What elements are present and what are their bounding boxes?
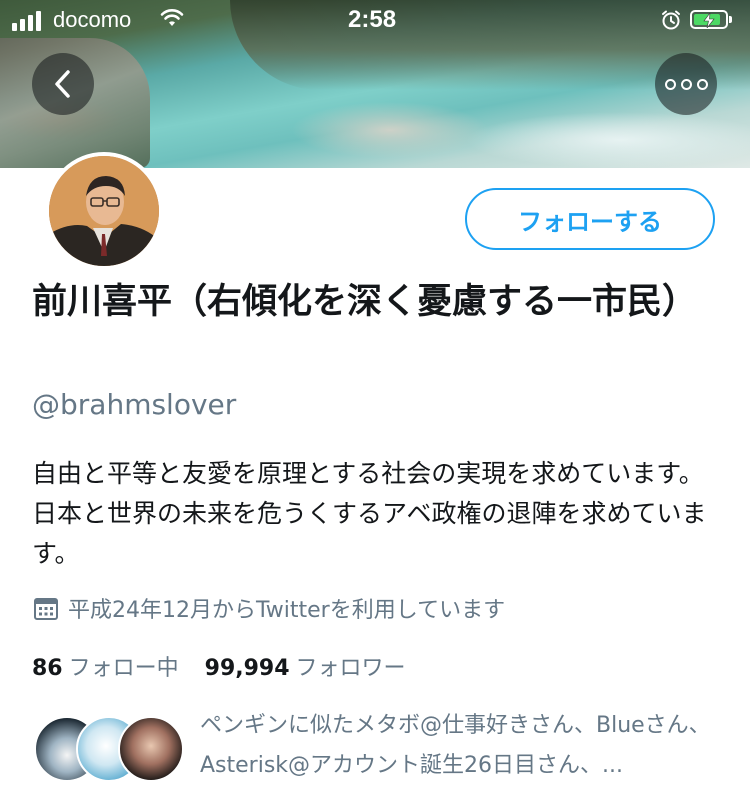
alarm-icon <box>660 9 682 36</box>
followed-by-avatars[interactable] <box>34 716 184 782</box>
following-stat[interactable]: 86 フォロー中 <box>32 650 179 682</box>
profile-page: docomo 2:58 フォローする 前川喜平（右傾化を深く憂慮する一市民） @… <box>0 0 750 798</box>
following-label: フォロー中 <box>68 656 179 681</box>
followers-label: フォロワー <box>295 656 406 681</box>
battery-icon <box>690 10 732 29</box>
profile-name: 前川喜平（右傾化を深く憂慮する一市民） <box>32 282 698 322</box>
calendar-icon <box>34 598 58 620</box>
followers-count: 99,994 <box>204 656 290 681</box>
joined-date: 平成24年12月からTwitterを利用しています <box>32 592 505 624</box>
profile-avatar[interactable] <box>45 152 163 270</box>
followed-by-text[interactable]: ペンギンに似たメタボ@仕事好きさん、Blueさん、Asterisk@アカウント誕… <box>200 706 720 786</box>
following-count: 86 <box>32 656 63 681</box>
back-button[interactable] <box>32 53 94 115</box>
more-icon <box>664 78 708 90</box>
clock-time: 2:58 <box>348 6 397 33</box>
chevron-left-icon <box>55 70 70 98</box>
follow-button[interactable]: フォローする <box>465 188 715 250</box>
profile-handle: @brahmslover <box>32 388 237 421</box>
follow-stats: 86 フォロー中 99,994 フォロワー <box>32 650 406 682</box>
joined-text: 平成24年12月からTwitterを利用しています <box>68 598 506 623</box>
signal-icon <box>12 11 41 31</box>
profile-bio: 自由と平等と友愛を原理とする社会の実現を求めています。 日本と世界の未来を危うく… <box>32 459 707 568</box>
carrier-name: docomo <box>53 7 132 32</box>
followers-stat[interactable]: 99,994 フォロワー <box>205 650 406 682</box>
avatar <box>118 716 184 782</box>
avatar-photo <box>49 156 159 266</box>
more-options-button[interactable] <box>655 53 717 115</box>
status-bar: docomo 2:58 <box>0 0 750 40</box>
wifi-icon <box>160 8 184 33</box>
